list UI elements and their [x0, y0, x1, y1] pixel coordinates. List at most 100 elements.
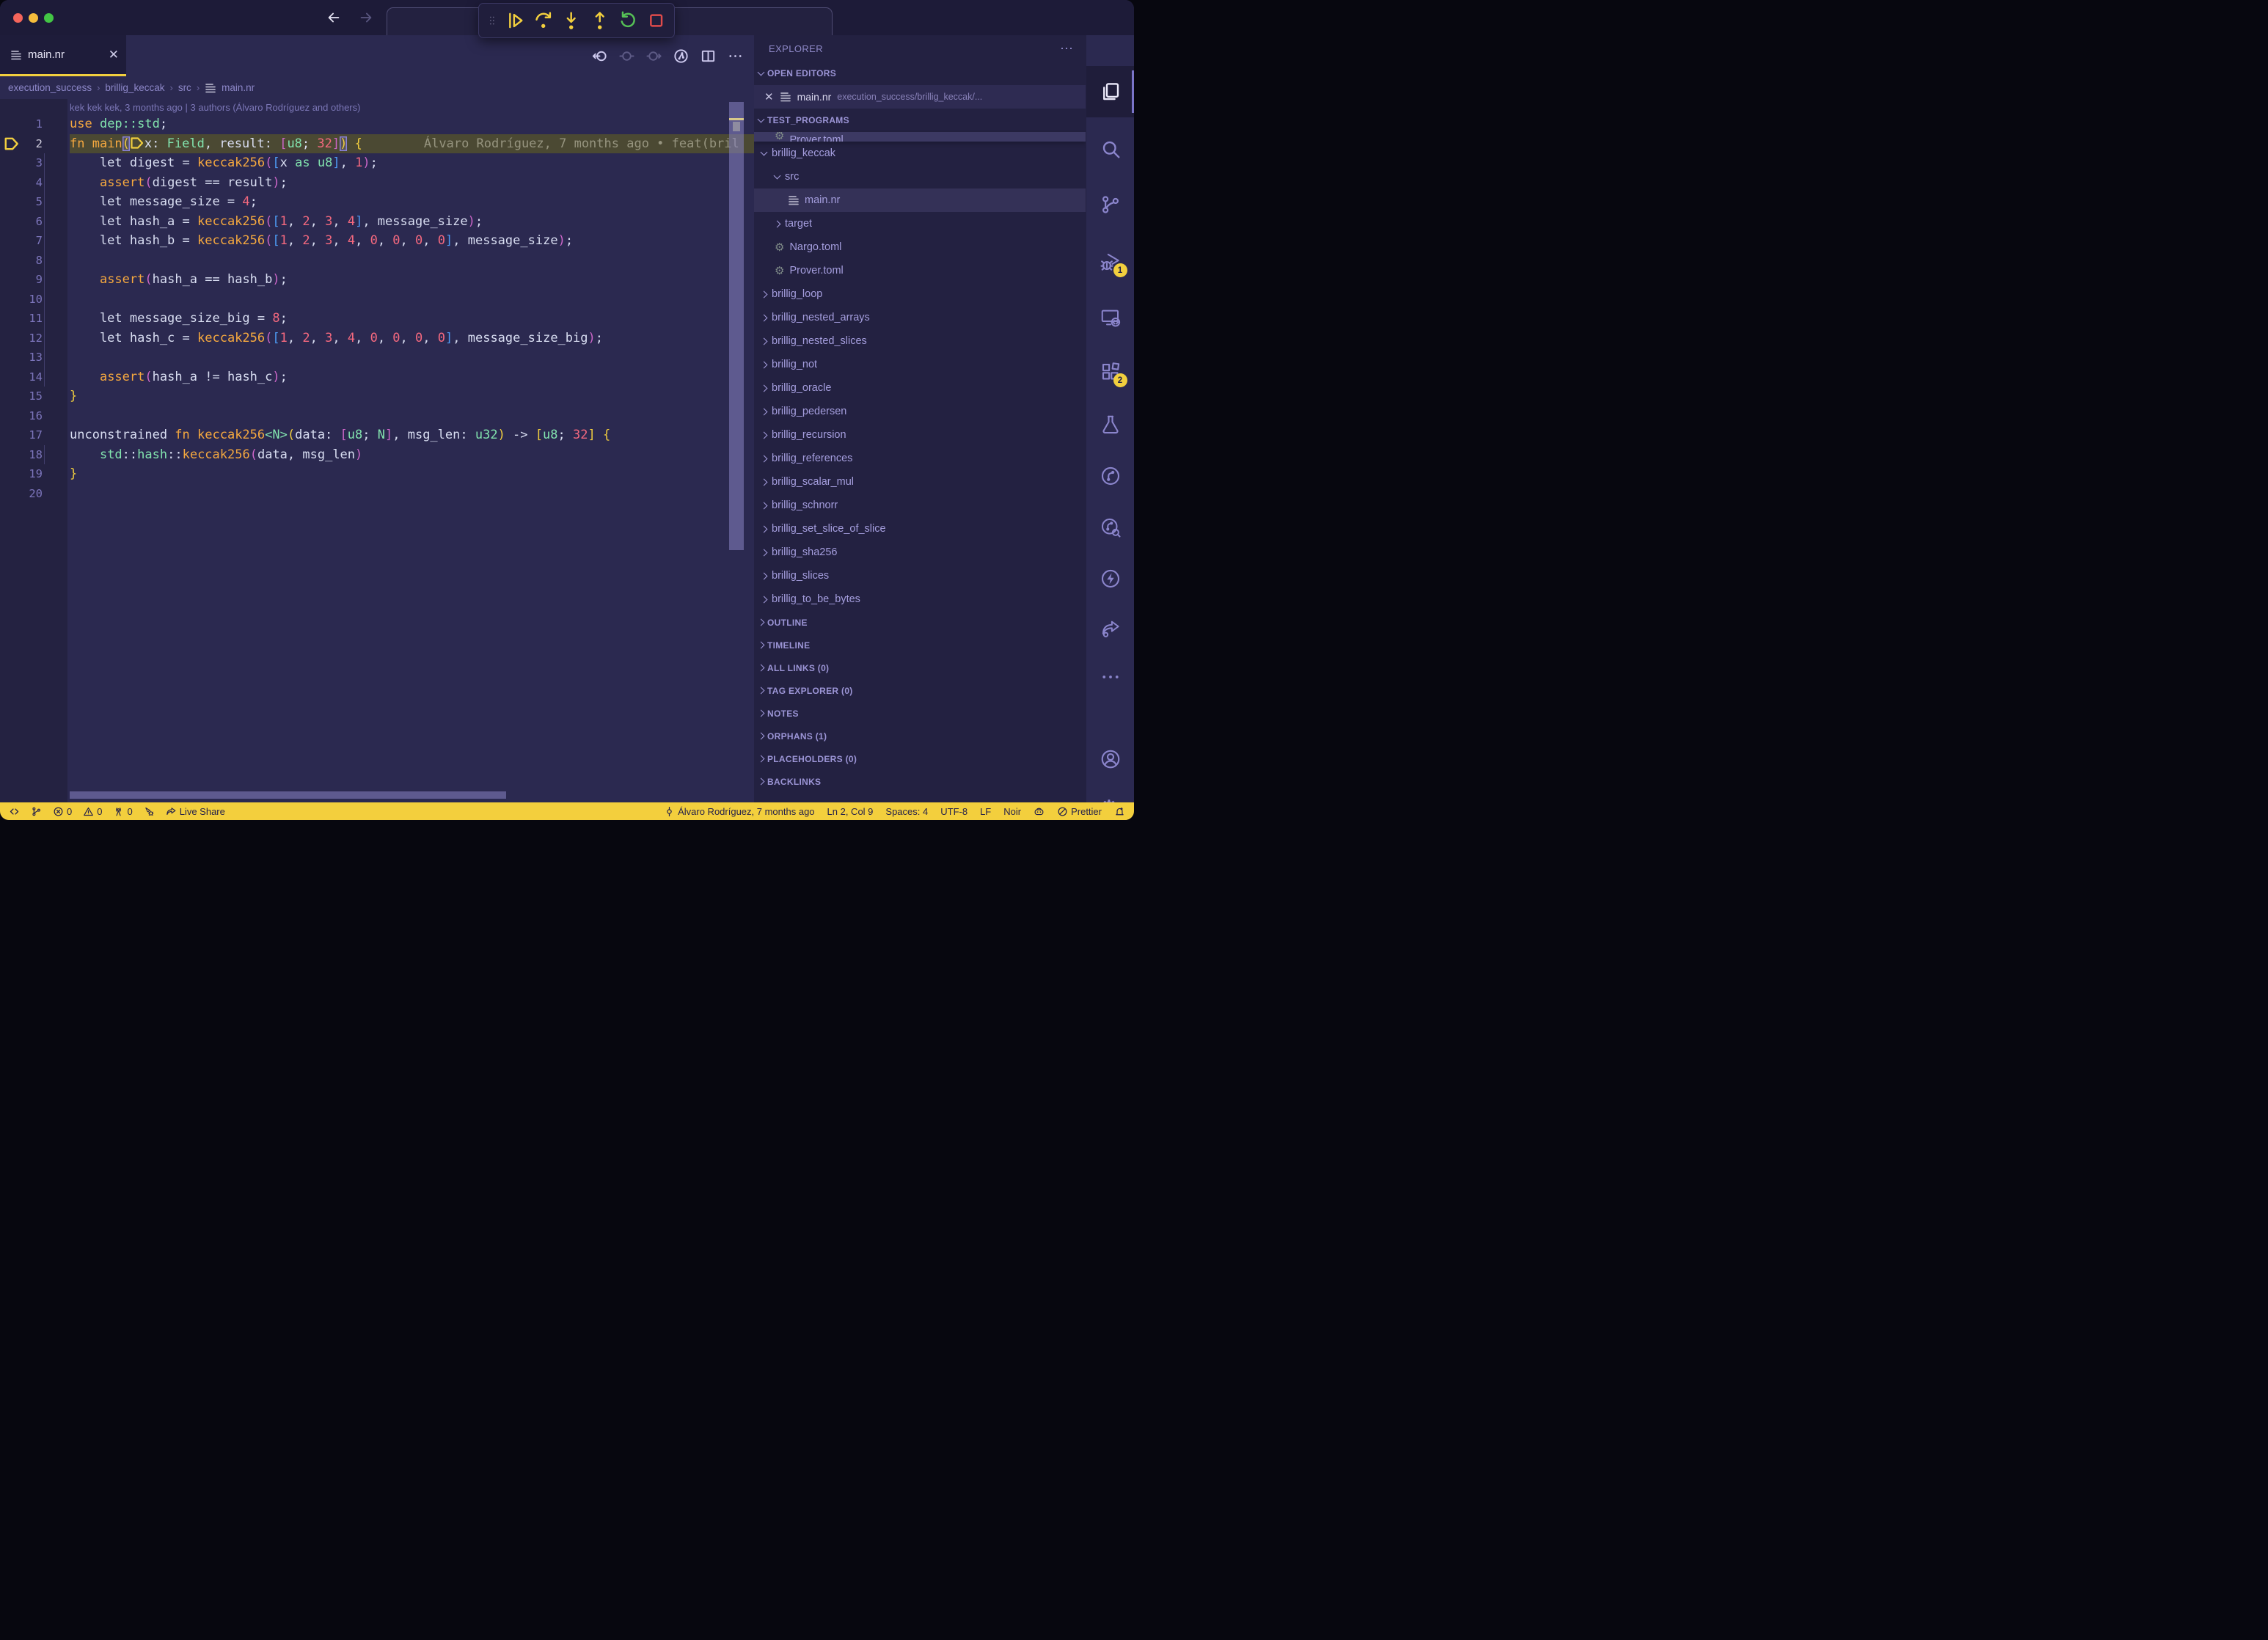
- code-line-14[interactable]: 14 assert(hash_a != hash_c);: [0, 367, 754, 387]
- status-ports[interactable]: 0: [113, 806, 132, 817]
- gutter-cell[interactable]: [0, 212, 22, 232]
- minimize-button[interactable]: [29, 13, 38, 23]
- status-eol[interactable]: LF: [980, 806, 991, 817]
- split-editor-icon[interactable]: [700, 48, 717, 65]
- section-notes[interactable]: NOTES: [754, 702, 1086, 725]
- tree-item-brillig-references[interactable]: brillig_references: [754, 447, 1086, 470]
- code-line-12[interactable]: 12 let hash_c = keccak256([1, 2, 3, 4, 0…: [0, 329, 754, 348]
- code-line-11[interactable]: 11 let message_size_big = 8;: [0, 309, 754, 329]
- step-out-button[interactable]: [589, 10, 610, 32]
- step-over-button[interactable]: [533, 10, 554, 32]
- gutter-cell[interactable]: [0, 387, 22, 406]
- tree-item-target[interactable]: target: [754, 212, 1086, 235]
- tree-item-brillig-slices[interactable]: brillig_slices: [754, 564, 1086, 587]
- status-language-mode[interactable]: Noir: [1003, 806, 1021, 817]
- breadcrumb-file[interactable]: main.nr: [222, 82, 255, 93]
- status-live-share[interactable]: Live Share: [166, 806, 225, 817]
- reverse-continue-icon[interactable]: [618, 48, 635, 65]
- code-line-9[interactable]: 9 assert(hash_a == hash_b);: [0, 270, 754, 290]
- tree-item-prover-toml[interactable]: ⚙Prover.toml: [754, 259, 1086, 282]
- code-line-18[interactable]: 18 std::hash::keccak256(data, msg_len): [0, 445, 754, 465]
- gutter-cell[interactable]: [0, 270, 22, 290]
- gutter-cell[interactable]: [0, 290, 22, 310]
- zoom-button[interactable]: [44, 13, 54, 23]
- activity-commit-graph[interactable]: [1086, 450, 1134, 502]
- section-outline[interactable]: OUTLINE: [754, 611, 1086, 634]
- tree-item-brillig-set-slice-of-slice[interactable]: brillig_set_slice_of_slice: [754, 517, 1086, 541]
- section-placeholders-0-[interactable]: PLACEHOLDERS (0): [754, 747, 1086, 770]
- code-line-6[interactable]: 6 let hash_a = keccak256([1, 2, 3, 4], m…: [0, 212, 754, 232]
- status-encoding[interactable]: UTF-8: [940, 806, 967, 817]
- code-line-13[interactable]: 13: [0, 348, 754, 367]
- code-line-8[interactable]: 8: [0, 251, 754, 271]
- gutter-cell[interactable]: [0, 464, 22, 484]
- code-line-2[interactable]: 2fn main(x: Field, result: [u8; 32]) {Ál…: [0, 134, 754, 154]
- close-icon[interactable]: ✕: [764, 90, 774, 103]
- activity-accounts[interactable]: [1086, 733, 1134, 785]
- tree-item-brillig-oracle[interactable]: brillig_oracle: [754, 376, 1086, 400]
- section-all-links-0-[interactable]: ALL LINKS (0): [754, 656, 1086, 679]
- activity-remote-explorer[interactable]: [1086, 292, 1134, 343]
- activity-search-commits[interactable]: [1086, 502, 1134, 553]
- status-prettier[interactable]: Prettier: [1057, 806, 1102, 817]
- gutter-cell[interactable]: [0, 192, 22, 212]
- tree-item-nargo-toml[interactable]: ⚙Nargo.toml: [754, 235, 1086, 259]
- code-line-16[interactable]: 16: [0, 406, 754, 426]
- gutter-cell[interactable]: [0, 406, 22, 426]
- gutter-cell[interactable]: [0, 153, 22, 173]
- step-back-icon[interactable]: [591, 48, 608, 65]
- tree-item-brillig-to-be-bytes[interactable]: brillig_to_be_bytes: [754, 587, 1086, 611]
- tree-item-brillig-nested-arrays[interactable]: brillig_nested_arrays: [754, 306, 1086, 329]
- section-tag-explorer-0-[interactable]: TAG EXPLORER (0): [754, 679, 1086, 702]
- timeline-icon[interactable]: [673, 48, 689, 65]
- activity-extensions[interactable]: 2: [1086, 346, 1134, 398]
- section-backlinks[interactable]: BACKLINKS: [754, 770, 1086, 793]
- status-copilot[interactable]: [1034, 806, 1045, 817]
- tree-item-brillig-recursion[interactable]: brillig_recursion: [754, 423, 1086, 447]
- tree-item-brillig-schnorr[interactable]: brillig_schnorr: [754, 494, 1086, 517]
- restart-button[interactable]: [617, 10, 638, 32]
- tree-item-brillig-pedersen[interactable]: brillig_pedersen: [754, 400, 1086, 423]
- activity-flash[interactable]: [1086, 553, 1134, 604]
- close-button[interactable]: [13, 13, 23, 23]
- tab-main-nr[interactable]: main.nr ✕: [0, 35, 126, 76]
- tree-item-brillig-not[interactable]: brillig_not: [754, 353, 1086, 376]
- status-warnings[interactable]: 0: [83, 806, 102, 817]
- code-line-1[interactable]: 1use dep::std;: [0, 114, 754, 134]
- code-line-17[interactable]: 17unconstrained fn keccak256<N>(data: [u…: [0, 425, 754, 445]
- breadcrumb-item-execution_success[interactable]: execution_success: [8, 82, 92, 93]
- activity-run-and-debug[interactable]: 1: [1086, 236, 1134, 288]
- activity-more-views[interactable]: [1086, 651, 1134, 703]
- code-line-7[interactable]: 7 let hash_b = keccak256([1, 2, 3, 4, 0,…: [0, 231, 754, 251]
- nav-forward-icon[interactable]: [358, 10, 374, 26]
- continue-forward-icon[interactable]: [645, 48, 662, 65]
- status-notifications[interactable]: [1114, 806, 1125, 817]
- blame-codelens[interactable]: kek kek kek, 3 months ago | 3 authors (Á…: [70, 102, 754, 113]
- section-test-programs[interactable]: TEST_PROGRAMS: [754, 109, 1086, 132]
- tree-item-src[interactable]: src: [754, 165, 1086, 188]
- tree-item-brillig-scalar-mul[interactable]: brillig_scalar_mul: [754, 470, 1086, 494]
- status-errors[interactable]: 0: [53, 806, 72, 817]
- tree-item-prover-toml[interactable]: ⚙Prover.toml: [754, 132, 1086, 142]
- code-line-5[interactable]: 5 let message_size = 4;: [0, 192, 754, 212]
- vertical-scrollbar[interactable]: [729, 102, 744, 550]
- status-remote-indicator[interactable]: [9, 806, 20, 817]
- gutter-cell[interactable]: [0, 484, 22, 504]
- gutter-cell[interactable]: [0, 231, 22, 251]
- code-line-4[interactable]: 4 assert(digest == result);: [0, 173, 754, 193]
- horizontal-scrollbar[interactable]: [70, 791, 506, 799]
- status-gitlens[interactable]: [31, 806, 42, 817]
- tree-item-main-nr[interactable]: main.nr: [754, 188, 1086, 212]
- tree-item-brillig-sha256[interactable]: brillig_sha256: [754, 541, 1086, 564]
- gutter-cell[interactable]: [0, 134, 22, 154]
- code-line-20[interactable]: 20: [0, 484, 754, 504]
- gutter-cell[interactable]: [0, 367, 22, 387]
- activity-live-share[interactable]: [1086, 603, 1134, 654]
- section-timeline[interactable]: TIMELINE: [754, 634, 1086, 656]
- tree-item-brillig-keccak[interactable]: brillig_keccak: [754, 142, 1086, 165]
- activity-search[interactable]: [1086, 123, 1134, 175]
- code-editor[interactable]: kek kek kek, 3 months ago | 3 authors (Á…: [0, 99, 754, 802]
- step-into-button[interactable]: [560, 10, 582, 32]
- activity-source-control[interactable]: [1086, 179, 1134, 230]
- open-editor-item-main-nr[interactable]: ✕ main.nr execution_success/brillig_kecc…: [754, 85, 1086, 109]
